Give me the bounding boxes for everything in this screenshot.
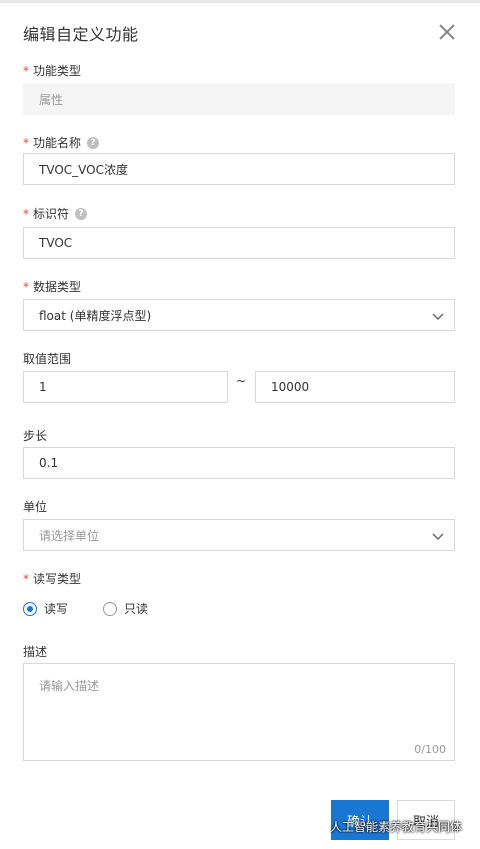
rw-type-label-text: 读写类型 [33, 572, 82, 586]
unit-select[interactable]: 请选择单位 [23, 519, 455, 551]
step-value: 0.1 [39, 456, 59, 470]
radio-read-only-label: 只读 [124, 602, 149, 616]
top-border [0, 0, 480, 3]
description-label-text: 描述 [23, 645, 48, 659]
dialog-title: 编辑自定义功能 [23, 25, 139, 44]
radio-read-only[interactable]: 只读 [103, 600, 148, 617]
identifier-label: * 标识符 ? [23, 205, 88, 222]
range-max-value: 10000 [271, 380, 310, 394]
required-mark: * [23, 571, 29, 586]
description-placeholder: 请输入描述 [39, 679, 100, 693]
watermark: 人工智能素养教育共同体 [308, 818, 462, 835]
required-mark: * [23, 63, 29, 78]
range-label-text: 取值范围 [23, 352, 72, 366]
func-type-label: * 功能类型 [23, 62, 81, 79]
data-type-label: * 数据类型 [23, 278, 81, 295]
chevron-down-icon [432, 313, 444, 320]
help-icon[interactable]: ? [75, 207, 88, 220]
range-min-value: 1 [39, 380, 47, 394]
unit-placeholder: 请选择单位 [39, 528, 100, 543]
func-type-field: 属性 [23, 83, 455, 115]
close-icon[interactable] [436, 21, 458, 43]
rw-type-label: * 读写类型 [23, 570, 81, 587]
data-type-select[interactable]: float (单精度浮点型) [23, 299, 455, 331]
chevron-down-icon [432, 533, 444, 540]
func-name-input[interactable]: TVOC_VOC浓度 [23, 153, 455, 185]
range-min-input[interactable]: 1 [23, 371, 228, 403]
step-label-text: 步长 [23, 429, 48, 443]
required-mark: * [23, 135, 29, 150]
func-name-value: TVOC_VOC浓度 [39, 162, 128, 177]
data-type-label-text: 数据类型 [33, 280, 82, 294]
step-input[interactable]: 0.1 [23, 447, 455, 479]
identifier-input[interactable]: TVOC [23, 227, 455, 259]
func-type-value: 属性 [39, 92, 64, 107]
range-label: 取值范围 [23, 350, 71, 367]
range-separator: ~ [236, 374, 247, 388]
step-label: 步长 [23, 427, 47, 444]
func-name-label: * 功能名称 ? [23, 134, 100, 151]
description-label: 描述 [23, 643, 47, 660]
range-max-input[interactable]: 10000 [255, 371, 455, 403]
required-mark: * [23, 206, 29, 221]
radio-unchecked-icon [103, 601, 117, 616]
unit-label: 单位 [23, 498, 47, 515]
radio-checked-icon [23, 601, 37, 616]
data-type-value: float (单精度浮点型) [39, 308, 152, 323]
watermark-text: 人工智能素养教育共同体 [330, 820, 463, 834]
required-mark: * [23, 279, 29, 294]
radio-read-write-label: 读写 [44, 602, 69, 616]
identifier-value: TVOC [39, 236, 73, 250]
char-counter: 0/100 [414, 743, 446, 756]
identifier-label-text: 标识符 [33, 207, 70, 221]
radio-read-write[interactable]: 读写 [23, 600, 68, 617]
func-type-label-text: 功能类型 [33, 64, 82, 78]
help-icon[interactable]: ? [87, 136, 100, 149]
func-name-label-text: 功能名称 [33, 136, 82, 150]
wechat-icon [308, 819, 326, 833]
unit-label-text: 单位 [23, 500, 48, 514]
description-textarea[interactable]: 请输入描述 0/100 [23, 663, 455, 761]
